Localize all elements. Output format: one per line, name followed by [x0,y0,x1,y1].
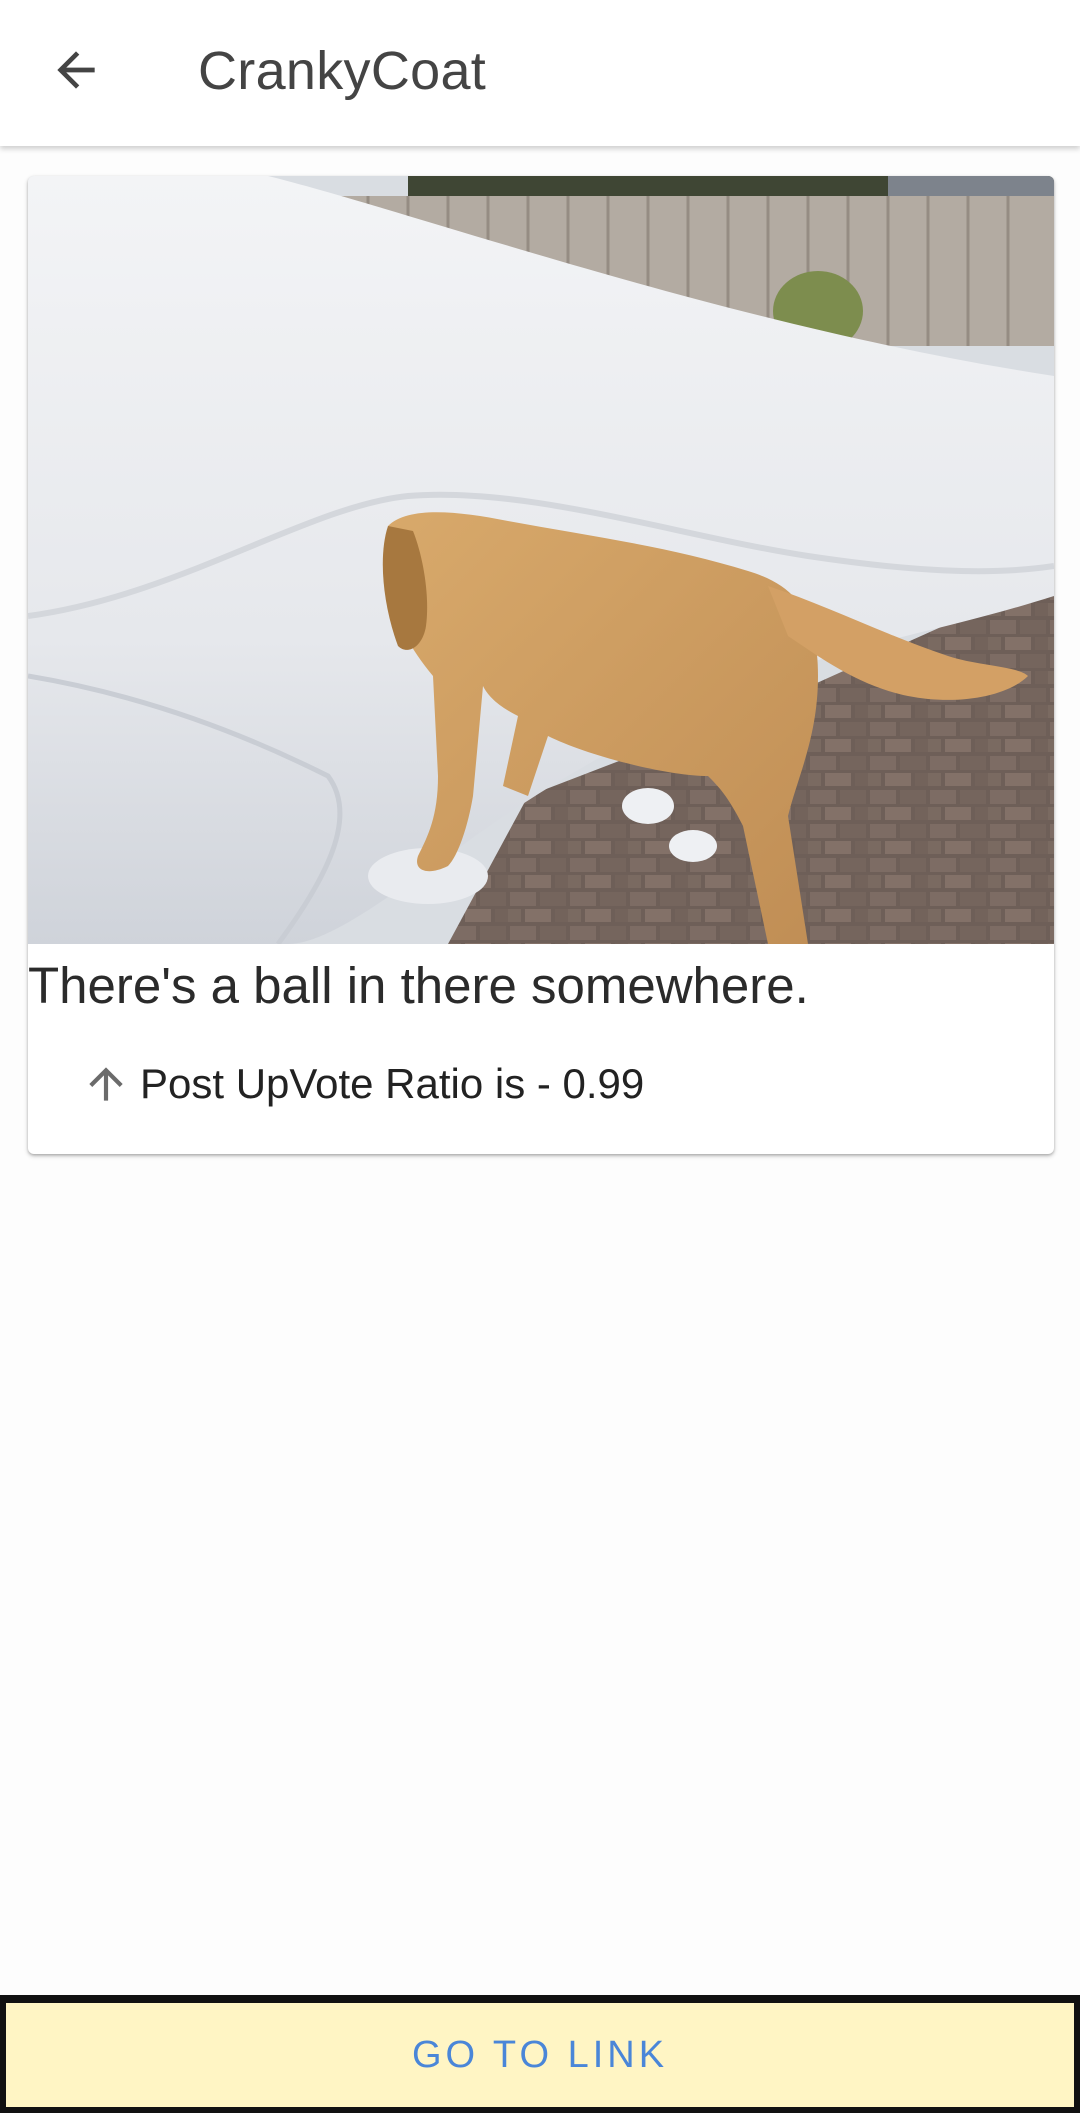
arrow-up-icon [80,1058,132,1110]
go-to-link-label: GO TO LINK [411,2033,669,2076]
bottom-bar: GO TO LINK [0,1995,1080,2113]
app-screen: CrankyCoat There's a ball in there somew… [0,0,1080,2113]
upvote-ratio-text: Post UpVote Ratio is - 0.99 [140,1060,645,1107]
page-title: CrankyCoat [198,41,487,101]
post-image[interactable] [28,176,1054,944]
app-bar: CrankyCoat [0,0,1080,146]
post-card[interactable]: There's a ball in there somewhere. Post … [28,176,1054,1154]
go-to-link-button[interactable]: GO TO LINK [6,2003,1074,2107]
post-title: There's a ball in there somewhere. [28,957,809,1014]
upvote-ratio: Post UpVote Ratio is - 0.99 [80,1054,644,1114]
back-button[interactable] [36,30,116,110]
arrow-back-icon [57,51,95,89]
